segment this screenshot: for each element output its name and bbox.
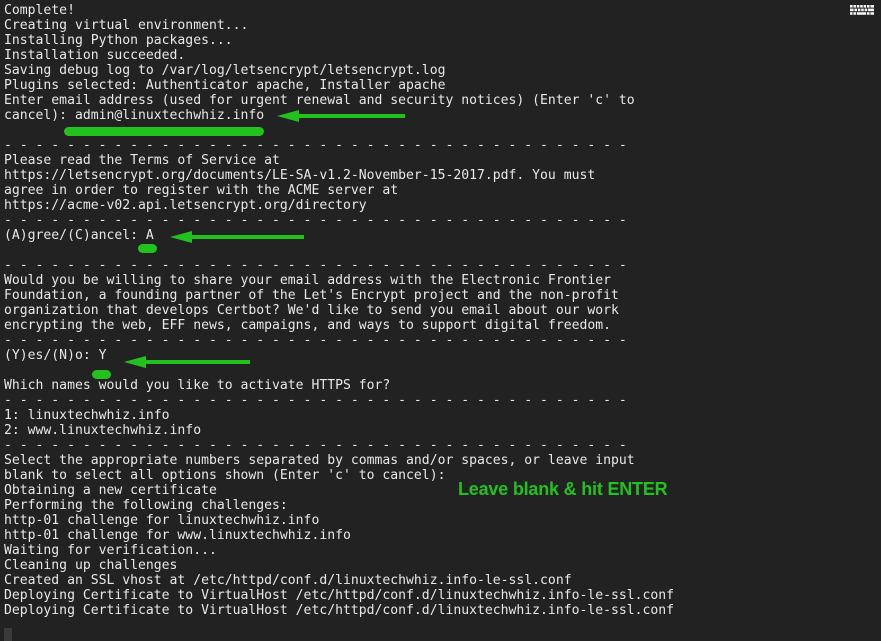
terminal-line: Obtaining a new certificate xyxy=(4,483,217,498)
terminal-line: - - - - - - - - - - - - - - - - - - - - … xyxy=(4,438,627,453)
terminal-line: Which names would you like to activate H… xyxy=(4,378,391,393)
terminal-line: Cleaning up challenges xyxy=(4,558,178,573)
terminal-line: https://letsencrypt.org/documents/LE-SA-… xyxy=(4,168,596,183)
terminal-line: Creating virtual environment... xyxy=(4,18,249,33)
terminal-line: Waiting for verification... xyxy=(4,543,217,558)
annotation-arrow-agree xyxy=(170,231,304,243)
terminal-line: - - - - - - - - - - - - - - - - - - - - … xyxy=(4,138,627,153)
keyboard-icon[interactable] xyxy=(849,4,875,19)
highlight-bar-agree xyxy=(138,244,157,253)
terminal-line: Foundation, a founding partner of the Le… xyxy=(4,288,619,303)
terminal-line: Plugins selected: Authenticator apache, … xyxy=(4,78,446,93)
terminal-line: https://acme-v02.api.letsencrypt.org/dir… xyxy=(4,198,367,213)
terminal-line: cancel): admin@linuxtechwhiz.info xyxy=(4,108,265,123)
terminal-line: Enter email address (used for urgent ren… xyxy=(4,93,635,108)
terminal-line: 1: linuxtechwhiz.info xyxy=(4,408,170,423)
terminal-line: Performing the following challenges: xyxy=(4,498,288,513)
highlight-bar-email xyxy=(64,127,264,136)
terminal-line: agree in order to register with the ACME… xyxy=(4,183,399,198)
terminal-line: Installation succeeded. xyxy=(4,48,186,63)
terminal-line: - - - - - - - - - - - - - - - - - - - - … xyxy=(4,213,627,228)
annotation-arrow-eff xyxy=(124,356,250,368)
terminal-line: (A)gree/(C)ancel: A xyxy=(4,228,154,243)
annotation-arrow-email xyxy=(277,110,405,122)
terminal-line: encrypting the web, EFF news, campaigns,… xyxy=(4,318,611,333)
terminal-cursor xyxy=(4,628,12,641)
terminal-line: Saving debug log to /var/log/letsencrypt… xyxy=(4,63,446,78)
terminal-line: organization that develops Certbot? We'd… xyxy=(4,303,619,318)
annotation-note: Leave blank & hit ENTER xyxy=(458,479,668,499)
terminal-line: Deploying Certificate to VirtualHost /et… xyxy=(4,588,675,603)
terminal-line: Complete! xyxy=(4,3,75,18)
terminal-line: http-01 challenge for www.linuxtechwhiz.… xyxy=(4,528,351,543)
terminal-line: blank to select all options shown (Enter… xyxy=(4,468,446,483)
terminal-line: Deploying Certificate to VirtualHost /et… xyxy=(4,603,675,618)
terminal-line: Installing Python packages... xyxy=(4,33,233,48)
terminal-line: - - - - - - - - - - - - - - - - - - - - … xyxy=(4,333,627,348)
terminal-line: Please read the Terms of Service at xyxy=(4,153,280,168)
highlight-bar-eff xyxy=(92,370,111,379)
terminal-line: Would you be willing to share your email… xyxy=(4,273,611,288)
terminal-line: 2: www.linuxtechwhiz.info xyxy=(4,423,202,438)
terminal-line: http-01 challenge for linuxtechwhiz.info xyxy=(4,513,320,528)
terminal-line: Created an SSL vhost at /etc/httpd/conf.… xyxy=(4,573,572,588)
terminal-line: Select the appropriate numbers separated… xyxy=(4,453,635,468)
terminal-line: - - - - - - - - - - - - - - - - - - - - … xyxy=(4,393,627,408)
terminal-line: - - - - - - - - - - - - - - - - - - - - … xyxy=(4,258,627,273)
terminal-window[interactable]: Complete! Creating virtual environment...… xyxy=(0,0,881,641)
terminal-output: Complete! Creating virtual environment...… xyxy=(4,3,879,618)
